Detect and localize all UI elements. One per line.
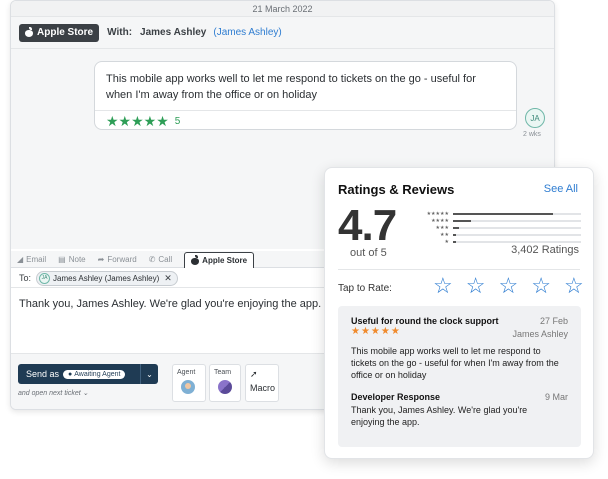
forward-icon: ➦ [97,255,105,264]
distribution-bar [453,226,460,229]
distribution-stars: ★★ [440,231,449,238]
channel-badge: Apple Store [19,23,100,42]
star-icon[interactable]: ☆ [466,274,486,298]
distribution-row: ★★★ [421,224,581,231]
message-text: This mobile app works well to let me res… [106,73,476,101]
average-score: 4.7 [338,201,397,250]
distribution-track [453,240,581,243]
distribution-row: ★★★★ [421,217,581,224]
developer-response-body: Thank you, James Ashley. We're glad you'… [351,405,528,427]
open-next-ticket-option[interactable]: and open next ticket ⌄ [18,389,88,397]
message-timestamp: 2 wks [523,131,541,138]
distribution-row: ★★ [421,231,581,238]
with-label: With: [107,27,133,38]
distribution-track [453,219,581,222]
tap-to-rate-label: Tap to Rate: [338,283,392,294]
rating-distribution: ★★★★★ ★★★★ ★★★ ★★ ★ [421,210,581,245]
rating-value: 5 [174,115,181,127]
distribution-row: ★★★★★ [421,210,581,217]
agent-assign-button[interactable]: Agent [172,364,206,402]
conversation-header: Apple Store With: James Ashley (James As… [11,17,554,49]
status-badge: ● Awaiting Agent [63,369,126,379]
star-icon[interactable]: ☆ [433,274,453,298]
agent-avatar [181,380,195,394]
ratings-reviews-card: Ratings & Reviews See All 4.7 out of 5 ★… [324,167,594,459]
macro-label: Macro [250,383,276,393]
star-icon[interactable]: ☆ [531,274,551,298]
distribution-track [453,226,581,229]
apple-icon [191,255,200,265]
distribution-stars: ★ [444,238,449,245]
note-icon: ▤ [58,255,66,264]
tab-apple-store[interactable]: Apple Store [184,252,255,268]
tab-call[interactable]: ✆ Call [149,252,172,267]
developer-response-title: Developer Response [351,392,441,402]
send-button[interactable]: Send as ● Awaiting Agent ⌄ [18,364,158,384]
recipient-name: James Ashley (James Ashley) [53,273,160,283]
tab-label: Email [26,255,47,264]
ratings-title: Ratings & Reviews [338,182,455,197]
distribution-stars: ★★★★ [431,217,449,224]
distribution-track [453,212,581,215]
review-card: Useful for round the clock support 27 Fe… [338,306,581,447]
team-label: Team [214,369,232,376]
tab-label: Forward [107,255,137,264]
rocket-icon: ➚ [250,369,258,379]
star-icon[interactable]: ☆ [498,274,518,298]
distribution-bar [453,233,456,236]
contact-link[interactable]: (James Ashley) [213,27,281,38]
tap-to-rate-stars: ☆ ☆ ☆ ☆ ☆ [433,274,584,298]
send-label: Send as [26,369,60,379]
date-divider: 21 March 2022 [11,1,554,17]
review-title: Useful for round the clock support [351,316,499,326]
reply-editor[interactable]: Thank you, James Ashley. We're glad you'… [19,298,321,310]
rating-stars: ★★★★★ [106,113,169,129]
tab-label: Note [68,255,86,264]
team-avatar [218,380,232,394]
status-label: Awaiting Agent [74,370,121,378]
distribution-bar [453,212,553,215]
to-label: To: [19,273,32,283]
distribution-stars: ★★★ [435,224,449,231]
agent-label: Agent [177,369,196,376]
send-icon: ◢ [17,255,24,264]
review-date: 27 Feb [539,316,568,326]
macro-button[interactable]: ➚ Macro [245,364,279,402]
tab-forward[interactable]: ➦ Forward [98,252,137,267]
customer-message: This mobile app works well to let me res… [94,61,517,130]
distribution-stars: ★★★★★ [426,210,449,217]
review-stars: ★★★★★ [351,326,401,337]
review-body: This mobile app works well to let me res… [351,346,559,380]
distribution-bar [453,219,471,222]
user-icon: ● [68,370,73,378]
divider [338,269,580,270]
tab-label: Apple Store [202,256,248,265]
developer-response-date: 9 Mar [544,392,568,402]
tab-label: Call [158,255,173,264]
apple-icon [25,27,33,37]
phone-icon: ✆ [148,255,156,264]
avatar: JA [39,272,51,284]
score-scale: out of 5 [350,247,387,259]
avatar[interactable]: JA [525,108,545,128]
team-assign-button[interactable]: Team [209,364,241,402]
tab-note[interactable]: ▤ Note [58,252,85,267]
channel-badge-label: Apple Store [37,27,94,38]
recipient-chip[interactable]: JA James Ashley (James Ashley) ✕ [36,270,178,286]
distribution-bar [453,240,456,243]
message-rating: ★★★★★ 5 [95,110,516,131]
see-all-link[interactable]: See All [544,183,578,195]
star-icon[interactable]: ☆ [564,274,584,298]
chevron-down-icon[interactable]: ⌄ [140,364,158,384]
tab-email[interactable]: ◢ Email [17,252,46,267]
review-author: James Ashley [512,329,568,339]
ratings-count: 3,402 Ratings [511,244,579,256]
close-icon[interactable]: ✕ [164,273,172,284]
contact-name[interactable]: James Ashley [140,27,206,38]
distribution-track [453,233,581,236]
